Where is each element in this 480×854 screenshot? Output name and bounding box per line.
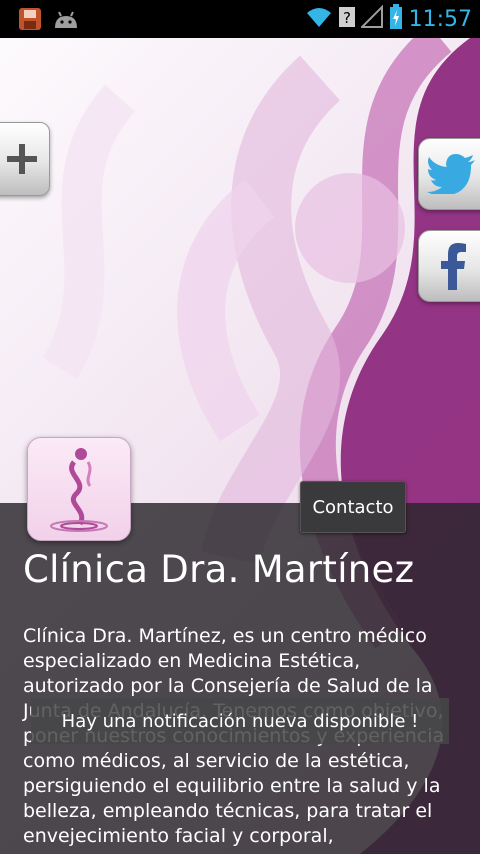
notification-toast: Hay una notificación nueva disponible !	[31, 698, 449, 744]
svg-text:?: ?	[343, 9, 351, 27]
battery-charging-icon	[389, 4, 403, 34]
contact-button[interactable]: Contacto	[300, 481, 406, 533]
clinic-title: Clínica Dra. Martínez	[23, 548, 415, 591]
clinic-logo-emblem	[50, 448, 108, 532]
status-time: 11:57	[408, 6, 472, 32]
facebook-f-icon	[441, 243, 466, 290]
twitter-button[interactable]	[418, 138, 480, 210]
status-bar: ? 11:57	[0, 0, 480, 38]
plus-icon	[7, 144, 37, 174]
twitter-bird-icon	[427, 154, 475, 194]
clinic-logo	[27, 437, 131, 541]
status-left-icons	[18, 7, 80, 35]
facebook-button[interactable]	[418, 230, 480, 302]
unknown-signal-icon: ?	[338, 5, 355, 33]
save-notification-icon	[18, 7, 42, 35]
cell-signal-icon	[359, 4, 383, 33]
wifi-icon	[305, 5, 333, 33]
status-right-icons: ? 11:57	[305, 4, 472, 34]
add-button[interactable]	[0, 122, 50, 196]
android-icon	[52, 8, 80, 34]
